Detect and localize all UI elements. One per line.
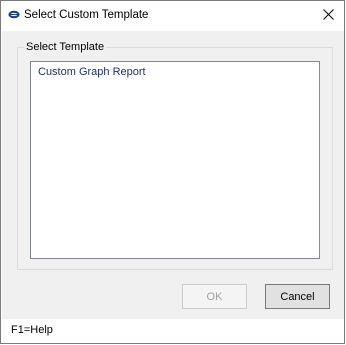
status-bar: F1=Help bbox=[2, 319, 344, 343]
ok-button[interactable]: OK bbox=[182, 284, 247, 309]
close-button[interactable] bbox=[315, 3, 341, 29]
close-icon bbox=[322, 9, 334, 23]
title-bar[interactable]: Select Custom Template bbox=[1, 1, 344, 31]
window-title: Select Custom Template bbox=[24, 9, 149, 21]
template-listbox[interactable]: Custom Graph Report bbox=[30, 61, 320, 259]
dialog-window: Select Custom Template Select Template C… bbox=[0, 0, 345, 344]
group-label: Select Template bbox=[24, 41, 107, 53]
select-template-group: Select Template Custom Graph Report bbox=[17, 41, 333, 270]
dialog-client-area: Select Template Custom Graph Report OK C… bbox=[2, 31, 344, 319]
app-logo-icon bbox=[8, 10, 20, 19]
list-item[interactable]: Custom Graph Report bbox=[38, 66, 146, 78]
cancel-button[interactable]: Cancel bbox=[265, 284, 330, 309]
help-hint: F1=Help bbox=[11, 324, 53, 336]
